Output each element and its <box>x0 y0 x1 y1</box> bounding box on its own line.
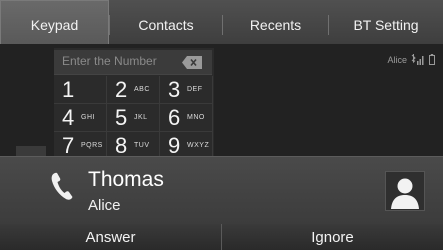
ignore-label: Ignore <box>311 228 354 246</box>
tab-bar: Keypad Contacts Recents BT Setting <box>0 0 443 50</box>
number-input-placeholder: Enter the Number <box>62 54 157 68</box>
key-4[interactable]: 4 GHI <box>54 104 107 132</box>
tab-contacts-label: Contacts <box>138 17 194 33</box>
key-letters: GHI <box>81 114 95 121</box>
device-name: Alice <box>387 54 407 65</box>
avatar <box>385 171 425 211</box>
ignore-button[interactable]: Ignore <box>222 224 443 250</box>
tab-recents[interactable]: Recents <box>223 0 328 50</box>
key-digit: 1 <box>62 77 75 102</box>
key-letters: DEF <box>187 86 203 93</box>
key-5[interactable]: 5 JKL <box>107 104 160 132</box>
key-digit: 4 <box>62 105 75 130</box>
call-actions: Answer Ignore <box>0 224 443 250</box>
key-1[interactable]: 1 <box>54 76 107 104</box>
key-letters: JKL <box>134 114 148 121</box>
key-letters: TUV <box>134 142 150 149</box>
incoming-call-panel: Thomas Alice <box>0 156 443 225</box>
tab-keypad-label: Keypad <box>30 17 79 33</box>
key-3[interactable]: 3 DEF <box>160 76 213 104</box>
number-input[interactable]: Enter the Number <box>54 50 212 75</box>
answer-label: Answer <box>85 228 136 246</box>
key-digit: 5 <box>115 105 128 130</box>
key-letters: MNO <box>187 114 205 121</box>
key-2[interactable]: 2 ABC <box>107 76 160 104</box>
key-digit: 2 <box>115 77 128 102</box>
tab-contacts[interactable]: Contacts <box>110 0 222 50</box>
key-digit: 6 <box>168 105 181 130</box>
tab-bt-setting[interactable]: BT Setting <box>329 0 443 50</box>
battery-icon <box>429 54 435 65</box>
caller-device: Alice <box>88 197 121 214</box>
caller-name: Thomas <box>88 168 164 191</box>
answer-button[interactable]: Answer <box>0 224 221 250</box>
tab-recents-label: Recents <box>249 17 302 33</box>
backspace-icon[interactable] <box>182 56 202 69</box>
person-icon <box>391 178 419 209</box>
bluetooth-signal-icon <box>411 54 424 65</box>
phone-icon <box>51 172 73 200</box>
tab-bt-setting-label: BT Setting <box>353 17 419 33</box>
key-letters: ABC <box>134 86 150 93</box>
status-indicators: Alice <box>387 54 435 65</box>
key-letters: PQRS <box>81 142 103 149</box>
key-letters: WXYZ <box>187 142 210 149</box>
key-digit: 3 <box>168 77 181 102</box>
tab-keypad[interactable]: Keypad <box>0 0 109 50</box>
key-6[interactable]: 6 MNO <box>160 104 213 132</box>
